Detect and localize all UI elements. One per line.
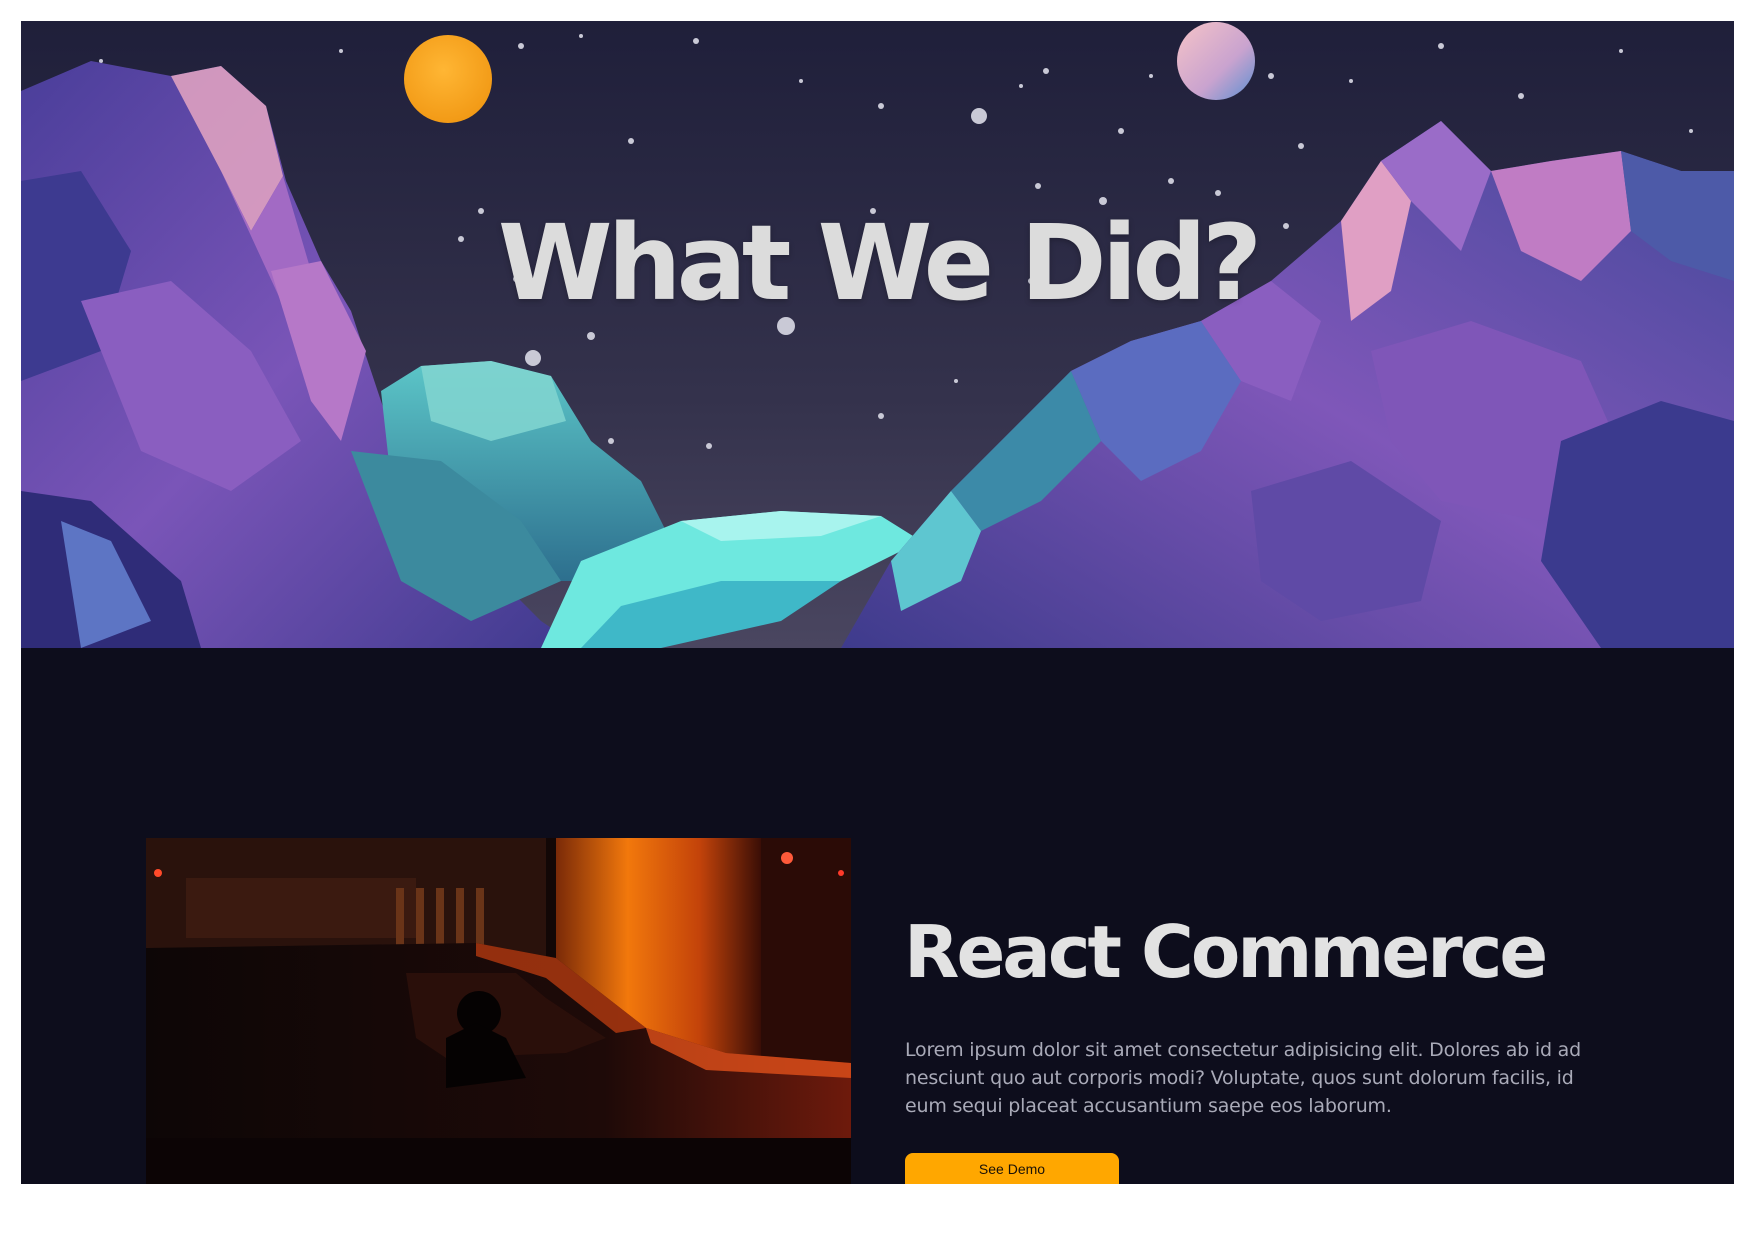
project-description: Lorem ipsum dolor sit amet consectetur a…: [905, 1039, 1581, 1117]
project-section: React Commerce Lorem ipsum dolor sit ame…: [21, 648, 1734, 1184]
page-frame: What We Did? React Commerce Lorem ipsum …: [21, 21, 1734, 1184]
hero-illustration: [21, 21, 1734, 648]
hero-title: What We Did?: [497, 202, 1262, 324]
sun: [404, 35, 492, 123]
project-image: [146, 838, 851, 1184]
project-title: React Commerce: [904, 910, 1548, 994]
hero-section: What We Did?: [21, 21, 1734, 648]
night-car-photo: [146, 838, 851, 1184]
see-demo-button[interactable]: See Demo: [905, 1153, 1119, 1184]
planet: [1177, 22, 1255, 100]
